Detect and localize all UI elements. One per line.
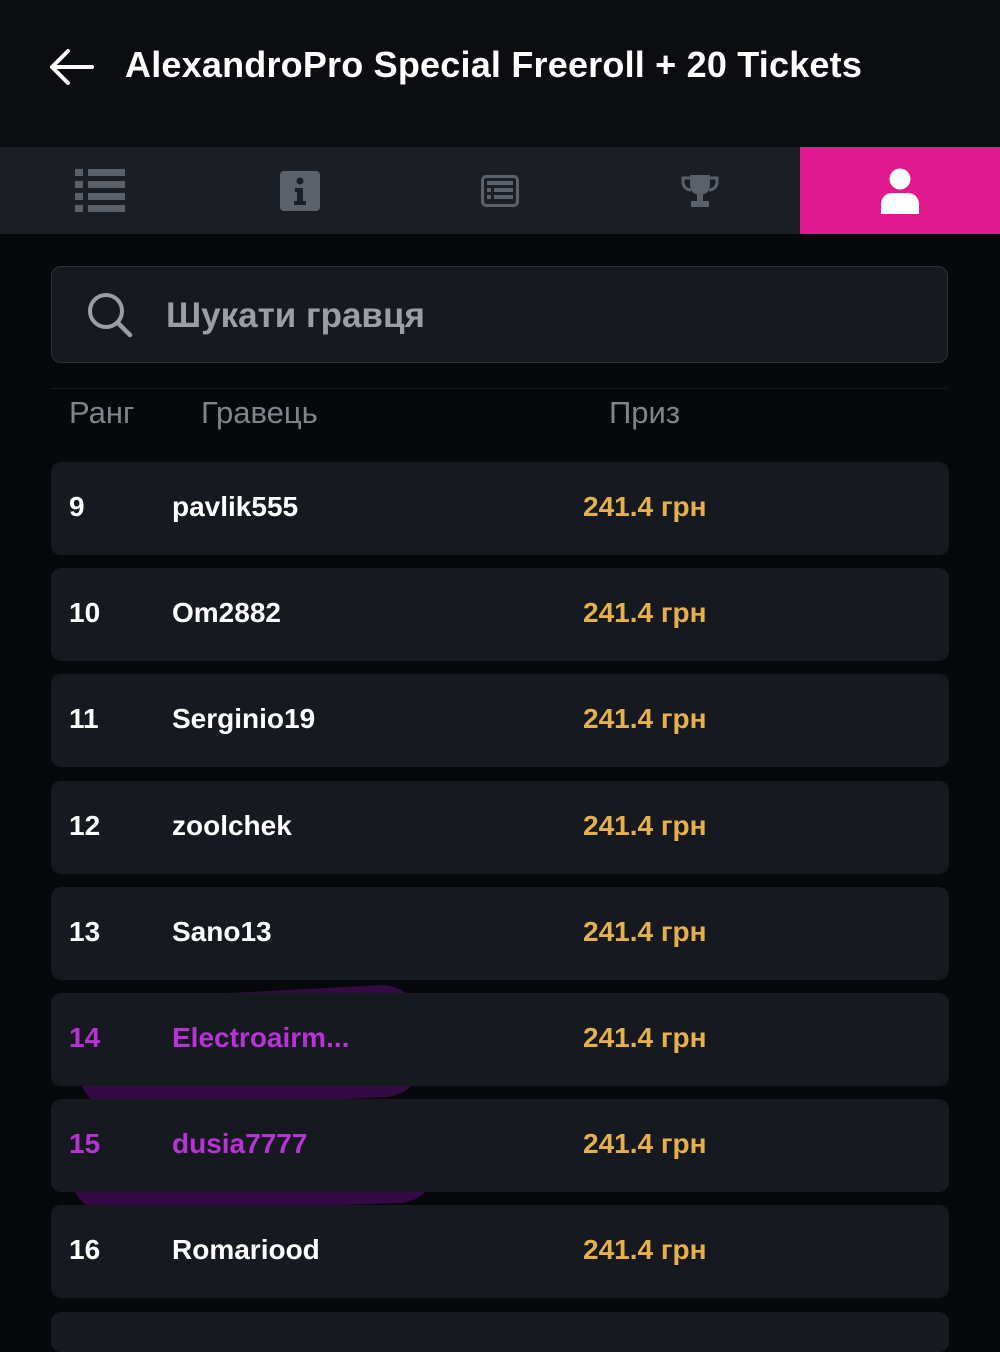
prize-cell: 241.4 грн <box>583 1234 707 1266</box>
prize-cell: 241.4 грн <box>583 915 707 947</box>
table-row[interactable]: 16 Romariood 241.4 грн <box>51 1205 949 1299</box>
tab-players[interactable] <box>800 147 1000 234</box>
info-icon <box>280 170 320 211</box>
table-row[interactable]: 12 zoolchek 241.4 грн <box>51 780 949 874</box>
prize-cell: 241.4 грн <box>583 491 707 522</box>
search-icon <box>88 293 133 338</box>
player-cell: Romariood <box>172 1234 320 1266</box>
prize-cell: 241.4 грн <box>583 809 707 841</box>
prize-cell: 241.4 грн <box>583 703 707 735</box>
players-list: 9 pavlik555 241.4 грн 10 Om2882 241.4 гр… <box>51 462 949 1352</box>
rank-cell: 14 <box>69 1021 101 1053</box>
rank-cell: 10 <box>69 597 101 629</box>
player-cell: pavlik555 <box>172 491 299 522</box>
divider <box>51 388 948 389</box>
table-row[interactable]: 11 Serginio19 241.4 грн <box>51 674 949 768</box>
prize-cell: 241.4 грн <box>583 1021 707 1053</box>
table-row-highlighted[interactable]: 14 Electroairm... 241.4 грн <box>51 992 949 1086</box>
player-cell: Serginio19 <box>172 703 316 735</box>
player-cell: Om2882 <box>172 597 281 629</box>
back-button[interactable] <box>40 36 102 98</box>
table-row-partial[interactable] <box>51 1311 949 1352</box>
players-screen: AlexandroPro Special Freeroll + 20 Ticke… <box>0 0 1000 1352</box>
rank-cell: 12 <box>69 809 101 841</box>
column-header-prize: Приз <box>609 395 681 430</box>
table-row[interactable]: 10 Om2882 241.4 грн <box>51 568 949 662</box>
list-icon <box>75 168 125 212</box>
player-cell: Electroairm... <box>172 1021 350 1053</box>
arrow-left-icon <box>50 49 94 85</box>
prize-cell: 241.4 грн <box>583 597 707 629</box>
tab-prizes[interactable] <box>600 147 800 234</box>
rank-cell: 13 <box>69 915 101 947</box>
top-bar: AlexandroPro Special Freeroll + 20 Ticke… <box>0 0 1000 147</box>
rank-cell: 15 <box>69 1128 101 1160</box>
player-search <box>51 266 948 363</box>
tab-structure[interactable] <box>400 147 600 234</box>
prize-cell: 241.4 грн <box>583 1128 707 1160</box>
rank-cell: 11 <box>69 703 99 735</box>
table-row[interactable]: 9 pavlik555 241.4 грн <box>51 462 949 555</box>
rank-cell: 9 <box>69 491 85 522</box>
column-header-rank: Ранг <box>69 395 135 430</box>
table-row[interactable]: 13 Sano13 241.4 грн <box>51 886 949 980</box>
structure-icon <box>481 174 519 207</box>
trophy-icon <box>681 174 719 207</box>
player-cell: zoolchek <box>172 809 292 841</box>
column-header-player: Гравець <box>201 395 318 430</box>
user-icon <box>881 168 919 214</box>
table-row-highlighted[interactable]: 15 dusia7777 241.4 грн <box>51 1099 949 1193</box>
page-title: AlexandroPro Special Freeroll + 20 Ticke… <box>125 44 863 85</box>
rank-cell: 16 <box>69 1234 101 1266</box>
tab-bar <box>0 147 1000 234</box>
search-input[interactable] <box>164 285 928 347</box>
player-cell: dusia7777 <box>172 1128 308 1160</box>
tab-lobby[interactable] <box>0 147 200 234</box>
player-cell: Sano13 <box>172 915 272 947</box>
tab-info[interactable] <box>200 147 400 234</box>
